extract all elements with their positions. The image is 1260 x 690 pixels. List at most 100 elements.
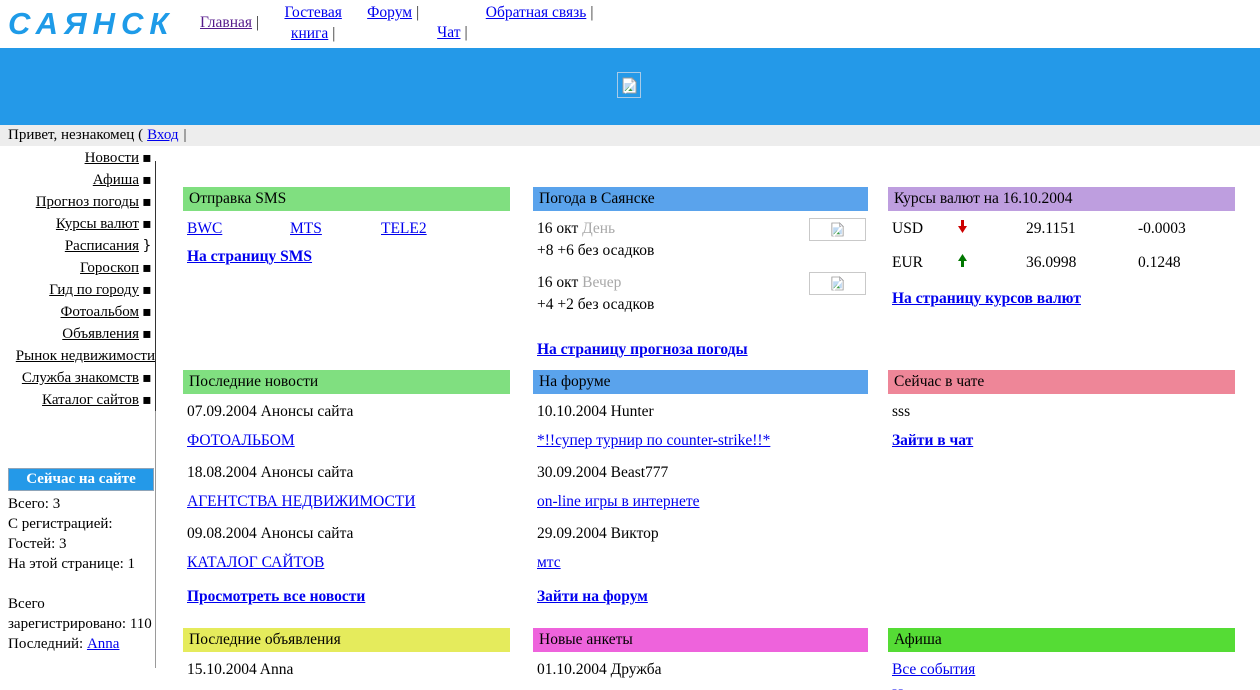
online-guests: Гостей: 3 <box>8 534 160 554</box>
sidebar-item-currency[interactable]: Курсы валют▪ <box>0 213 157 235</box>
weather-row-evening: 16 окт Вечер +4 +2 без осадков <box>537 272 868 316</box>
forum-topic-link[interactable]: *!!супер турнир по counter-strike!!* <box>537 432 770 449</box>
sidebar-item-horoscope[interactable]: Гороскоп▪ <box>0 257 157 279</box>
panel-currency: Курсы валют на 16.10.2004 USD 29.1151 -0… <box>888 187 1235 310</box>
classified-author: Anna <box>260 661 294 678</box>
sidebar-item-dating[interactable]: Служба знакомств▪ <box>0 367 157 389</box>
sms-operator-links: BWC MTS TELE2 <box>187 218 510 240</box>
sidebar-divider-line <box>155 161 156 411</box>
panel-forum: На форуме 10.10.2004 Hunter *!!супер тур… <box>533 370 868 608</box>
weather-temps: +4 +2 без осадков <box>537 294 654 316</box>
sidebar-link-dating[interactable]: Служба знакомств <box>22 367 139 389</box>
currency-page-link[interactable]: На страницу курсов валют <box>892 288 1081 310</box>
weather-broken-image-icon <box>809 272 866 295</box>
brace-bullet: } <box>139 235 155 257</box>
sms-page-link[interactable]: На страницу SMS <box>187 246 312 268</box>
go-to-forum-link[interactable]: Зайти на форум <box>537 586 648 608</box>
weather-broken-image-icon <box>809 218 866 241</box>
online-registered-users: С регистрацией: <box>8 514 160 534</box>
nav-separator: | <box>464 24 467 41</box>
forum-topic-link[interactable]: мтс <box>537 554 561 571</box>
sidebar-link-photoalbum[interactable]: Фотоальбом <box>61 301 139 323</box>
square-bullet-icon: ▪ <box>139 257 155 279</box>
sidebar-item-photoalbum[interactable]: Фотоальбом▪ <box>0 301 157 323</box>
currency-change: -0.0003 <box>1138 218 1186 240</box>
sms-link-bwc[interactable]: BWC <box>187 218 290 240</box>
nav-separator: | <box>416 4 419 21</box>
sidebar-link-realty[interactable]: Рынок недвижимости <box>16 345 155 367</box>
classified-item: 15.10.2004 Anna <box>187 659 510 681</box>
news-source: Анонсы сайта <box>261 525 354 542</box>
nav-link-home[interactable]: Главная <box>200 14 252 31</box>
news-link[interactable]: АГЕНТСТВА НЕДВИЖИМОСТИ <box>187 493 416 510</box>
sidebar-link-horoscope[interactable]: Гороскоп <box>80 257 139 279</box>
sidebar-link-news[interactable]: Новости <box>85 147 139 169</box>
sidebar-link-currency[interactable]: Курсы валют <box>56 213 139 235</box>
panel-weather: Погода в Саянске 16 окт День +8 +6 без о… <box>533 187 868 361</box>
sidebar-link-schedules[interactable]: Расписания <box>65 235 139 257</box>
classified-date: 15.10.2004 <box>187 661 257 678</box>
currency-row-eur: EUR 36.0998 0.1248 <box>892 252 1235 274</box>
forum-date: 29.09.2004 <box>537 525 607 542</box>
panel-forum-header: На форуме <box>533 370 868 394</box>
weather-daypart: День <box>582 220 615 237</box>
sidebar-item-site-catalog[interactable]: Каталог сайтов▪ <box>0 389 157 411</box>
all-events-link[interactable]: Все события <box>892 661 975 678</box>
panel-profiles: Новые анкеты 01.10.2004 Дружба <box>533 628 868 688</box>
nav-link-chat[interactable]: Чат <box>437 24 460 41</box>
sidebar-menu: Новости▪ Афиша▪ Прогноз погоды▪ Курсы ва… <box>0 147 157 411</box>
currency-rate: 36.0998 <box>1026 252 1138 274</box>
news-date: 09.08.2004 <box>187 525 257 542</box>
panel-chat: Сейчас в чате sss Зайти в чат <box>888 370 1235 452</box>
weather-page-link[interactable]: На страницу прогноза погоды <box>537 339 748 361</box>
news-item: 07.09.2004 Анонсы сайта ФОТОАЛЬБОМ <box>187 401 510 452</box>
login-link[interactable]: Вход <box>147 127 178 143</box>
nav-separator: | <box>256 14 259 31</box>
currency-change: 0.1248 <box>1138 252 1181 274</box>
sidebar-item-classifieds[interactable]: Объявления▪ <box>0 323 157 345</box>
nav-item-feedback: Обратная связь| <box>486 2 594 23</box>
banner <box>0 48 1260 125</box>
nav-link-forum[interactable]: Форум <box>367 4 412 21</box>
forum-item: 30.09.2004 Beast777 on-line игры в интер… <box>537 462 868 513</box>
greeting-separator: | <box>184 127 187 143</box>
online-total: Всего: 3 <box>8 494 160 514</box>
sidebar-item-city-guide[interactable]: Гид по городу▪ <box>0 279 157 301</box>
sidebar-link-classifieds[interactable]: Объявления <box>62 323 139 345</box>
panel-news-header: Последние новости <box>183 370 510 394</box>
news-link[interactable]: КАТАЛОГ САЙТОВ <box>187 554 324 571</box>
sidebar-item-weather[interactable]: Прогноз погоды▪ <box>0 191 157 213</box>
weather-row-evening-text: 16 окт Вечер +4 +2 без осадков <box>537 272 654 316</box>
square-bullet-icon: ▪ <box>139 323 155 345</box>
online-box-title: Сейчас на сайте <box>8 468 154 491</box>
sms-link-mts[interactable]: MTS <box>290 218 381 240</box>
sidebar-item-news[interactable]: Новости▪ <box>0 147 157 169</box>
forum-item: 29.09.2004 Виктор мтс <box>537 523 868 574</box>
weather-row-day: 16 окт День +8 +6 без осадков <box>537 218 868 262</box>
news-source: Анонсы сайта <box>261 403 354 420</box>
sms-link-tele2[interactable]: TELE2 <box>381 218 427 240</box>
square-bullet-icon: ▪ <box>139 169 155 191</box>
sidebar-item-realty[interactable]: Рынок недвижимости <box>0 345 157 367</box>
sidebar-link-city-guide[interactable]: Гид по городу <box>49 279 139 301</box>
last-registered-user-link[interactable]: Anna <box>87 636 120 652</box>
nav-link-feedback[interactable]: Обратная связь <box>486 4 587 21</box>
profile-item: 01.10.2004 Дружба <box>537 659 868 681</box>
news-link[interactable]: ФОТОАЛЬБОМ <box>187 432 295 449</box>
afisha-clipped-link[interactable]: И <box>892 685 1235 690</box>
go-to-chat-link[interactable]: Зайти в чат <box>892 430 973 452</box>
sidebar-item-afisha[interactable]: Афиша▪ <box>0 169 157 191</box>
forum-author: Beast777 <box>611 464 669 481</box>
square-bullet-icon: ▪ <box>139 279 155 301</box>
page: САЯНСК Главная| Гостевая книга| Форум| Ч… <box>0 0 1260 690</box>
sidebar-link-afisha[interactable]: Афиша <box>93 169 139 191</box>
currency-code: EUR <box>892 252 958 274</box>
sidebar-link-site-catalog[interactable]: Каталог сайтов <box>42 389 139 411</box>
forum-topic-link[interactable]: on-line игры в интернете <box>537 493 700 510</box>
nav-item-forum: Форум| <box>367 2 419 23</box>
nav-item-home: Главная| <box>200 12 259 33</box>
news-date: 18.08.2004 <box>187 464 257 481</box>
sidebar-item-schedules[interactable]: Расписания} <box>0 235 157 257</box>
sidebar-link-weather[interactable]: Прогноз погоды <box>36 191 139 213</box>
all-news-link[interactable]: Просмотреть все новости <box>187 586 365 608</box>
